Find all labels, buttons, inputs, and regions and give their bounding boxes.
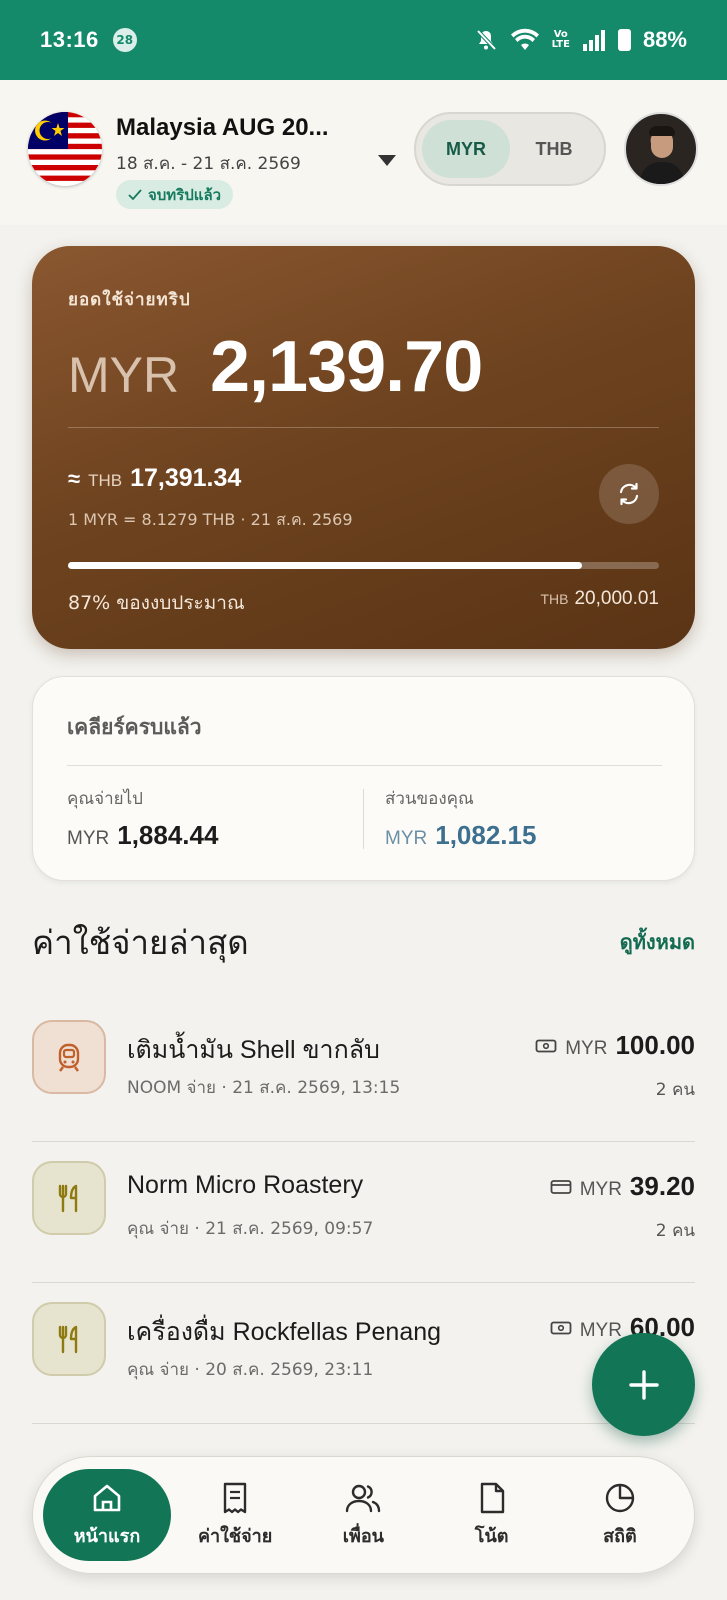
trip-header bbox=[0, 80, 727, 225]
expense-row[interactable]: Norm Micro Roastery คุณ จ่าย · 21 ส.ค. 2… bbox=[32, 1141, 695, 1283]
budget-amount: 20,000.01 bbox=[574, 588, 659, 609]
volte-indicator: Vo LTE bbox=[551, 29, 570, 50]
currency-option-myr[interactable]: MYR bbox=[422, 120, 510, 178]
converted-amount: 17,391.34 bbox=[130, 464, 242, 492]
cash-icon bbox=[535, 1039, 557, 1053]
nav-label-expenses: ค่าใช้จ่าย bbox=[197, 1525, 273, 1547]
your-share-currency: MYR bbox=[385, 828, 428, 849]
fuel-icon bbox=[32, 1020, 106, 1094]
plus-icon bbox=[628, 1369, 659, 1400]
nav-label-stats: สถิติ bbox=[603, 1525, 637, 1547]
budget-currency: THB bbox=[540, 591, 569, 607]
bottom-navigation: หน้าแรก ค่าใช้จ่าย เพื่อน โน้ต สถิติ bbox=[32, 1456, 695, 1574]
trip-dropdown-caret-icon[interactable] bbox=[378, 155, 396, 166]
avatar-hair bbox=[649, 126, 675, 136]
notification-count-badge: 28 bbox=[112, 28, 137, 52]
nav-label-friends: เพื่อน bbox=[342, 1525, 384, 1547]
trip-dates: 18 ส.ค. - 21 ส.ค. 2569 bbox=[116, 154, 301, 174]
note-icon bbox=[480, 1482, 504, 1513]
expense-name: Norm Micro Roastery bbox=[127, 1171, 364, 1199]
budget-progress-bar bbox=[68, 562, 659, 569]
you-paid-label: คุณจ่ายไป bbox=[67, 789, 143, 809]
expense-row[interactable]: เติมน้ำมัน Shell ขากลับ NOOM จ่าย · 21 ส… bbox=[32, 1000, 695, 1142]
friends-icon bbox=[346, 1484, 381, 1512]
cash-icon bbox=[550, 1321, 572, 1335]
settlement-card[interactable]: เคลียร์ครบแล้ว คุณจ่ายไป MYR 1,884.44 ส่… bbox=[32, 676, 695, 881]
settlement-divider bbox=[67, 765, 662, 766]
exchange-rate: 1 MYR = 8.1279 THB · 21 ส.ค. 2569 bbox=[68, 510, 353, 529]
receipt-icon bbox=[223, 1482, 247, 1513]
spending-divider bbox=[68, 427, 659, 428]
converted-currency: THB bbox=[88, 471, 123, 490]
nav-label-home: หน้าแรก bbox=[73, 1525, 141, 1547]
settlement-separator bbox=[363, 789, 364, 849]
you-paid-currency: MYR bbox=[67, 828, 110, 849]
card-icon bbox=[550, 1180, 572, 1194]
expense-people: 2 คน bbox=[655, 1080, 695, 1100]
food-icon bbox=[32, 1302, 106, 1376]
mute-bell-icon bbox=[476, 29, 497, 51]
nav-item-friends[interactable]: เพื่อน bbox=[299, 1469, 427, 1561]
status-time: 13:16 bbox=[40, 27, 99, 52]
expense-value: 39.20 bbox=[629, 1171, 695, 1201]
nav-item-stats[interactable]: สถิติ bbox=[556, 1469, 684, 1561]
see-all-link[interactable]: ดูทั้งหมด bbox=[620, 926, 695, 958]
budget-progress-fill bbox=[68, 562, 583, 569]
trip-spending-amount: 2,139.70 bbox=[210, 327, 483, 407]
budget-percent: 87% ของงบประมาณ bbox=[68, 592, 245, 614]
converted-total: ≈ THB 17,391.34 bbox=[68, 464, 241, 493]
expense-currency: MYR bbox=[579, 1179, 622, 1200]
approx-symbol: ≈ bbox=[68, 466, 81, 491]
expense-value: 100.00 bbox=[615, 1030, 695, 1060]
expense-people: 2 คน bbox=[655, 1221, 695, 1241]
recent-expenses-title: ค่าใช้จ่ายล่าสุด bbox=[32, 923, 249, 962]
refresh-icon bbox=[619, 482, 639, 506]
check-icon bbox=[128, 188, 142, 200]
trip-status-label: จบทริปแล้ว bbox=[148, 185, 222, 204]
currency-option-thb[interactable]: THB bbox=[510, 120, 598, 178]
stats-icon bbox=[605, 1483, 635, 1512]
refresh-rate-button[interactable] bbox=[599, 464, 659, 524]
avatar-shirt bbox=[640, 162, 684, 184]
nav-item-notes[interactable]: โน้ต bbox=[428, 1469, 556, 1561]
food-icon bbox=[32, 1161, 106, 1235]
settlement-title: เคลียร์ครบแล้ว bbox=[67, 715, 202, 739]
expense-name: เติมน้ำมัน Shell ขากลับ bbox=[127, 1036, 380, 1064]
row-divider bbox=[32, 1423, 695, 1424]
your-share-amount: 1,082.15 bbox=[435, 820, 537, 850]
trip-title[interactable]: Malaysia AUG 20... bbox=[116, 114, 329, 142]
your-share-label: ส่วนของคุณ bbox=[385, 789, 474, 809]
trip-spending-label: ยอดใช้จ่ายทริป bbox=[68, 290, 191, 310]
expense-amount: MYR 39.20 bbox=[550, 1171, 695, 1202]
battery-percent: 88% bbox=[642, 27, 687, 52]
malaysia-flag-icon[interactable] bbox=[28, 112, 102, 186]
wifi-icon bbox=[510, 28, 539, 50]
home-icon bbox=[93, 1484, 121, 1511]
trip-status-badge: จบทริปแล้ว bbox=[116, 180, 234, 209]
battery-icon bbox=[617, 29, 631, 51]
your-share: ส่วนของคุณ MYR 1,082.15 bbox=[385, 785, 536, 851]
expense-name: เครื่องดื่ม Rockfellas Penang bbox=[127, 1318, 442, 1346]
you-paid: คุณจ่ายไป MYR 1,884.44 bbox=[67, 785, 218, 851]
trip-spending-card[interactable]: ยอดใช้จ่ายทริป MYR 2,139.70 ≈ THB 17,391… bbox=[32, 246, 695, 649]
expense-currency: MYR bbox=[565, 1038, 608, 1059]
you-paid-amount: 1,884.44 bbox=[117, 820, 219, 850]
expense-meta: คุณ จ่าย · 21 ส.ค. 2569, 09:57 bbox=[127, 1219, 374, 1239]
profile-avatar[interactable] bbox=[624, 112, 698, 186]
nav-item-home[interactable]: หน้าแรก bbox=[43, 1469, 171, 1561]
trip-spending-currency: MYR bbox=[68, 347, 180, 403]
add-expense-button[interactable] bbox=[592, 1333, 695, 1436]
expense-currency: MYR bbox=[579, 1320, 622, 1341]
status-bar: 13:16 28 Vo LTE 88% bbox=[0, 0, 727, 80]
nav-item-expenses[interactable]: ค่าใช้จ่าย bbox=[171, 1469, 299, 1561]
expense-meta: คุณ จ่าย · 20 ส.ค. 2569, 23:11 bbox=[127, 1360, 374, 1380]
budget-total: THB 20,000.01 bbox=[540, 588, 659, 610]
expense-meta: NOOM จ่าย · 21 ส.ค. 2569, 13:15 bbox=[127, 1078, 401, 1098]
expense-amount: MYR 100.00 bbox=[535, 1030, 695, 1061]
signal-icon bbox=[582, 30, 605, 51]
currency-toggle[interactable]: MYR THB bbox=[414, 112, 606, 186]
nav-label-notes: โน้ต bbox=[474, 1525, 509, 1547]
